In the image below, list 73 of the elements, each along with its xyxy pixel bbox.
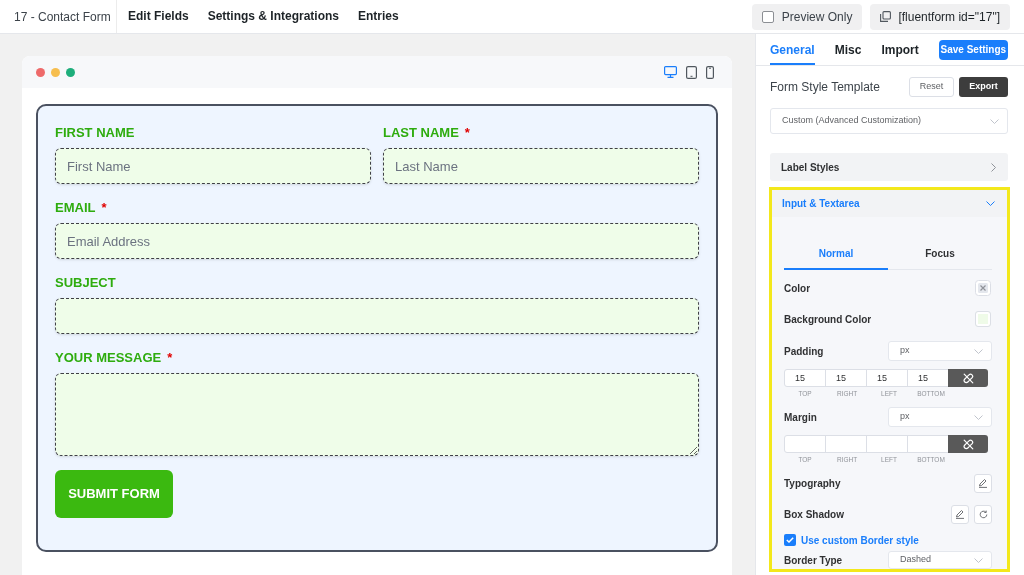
spacing-input[interactable]: 15 [825,369,867,387]
chevron-down-icon [974,414,983,420]
setting-label: Padding [784,344,824,359]
required-mark: * [464,124,470,143]
checkbox-icon[interactable] [784,534,796,546]
preview-only-toggle[interactable]: Preview Only [751,3,863,30]
checkbox-label: Use custom Border style [801,533,919,548]
spacing-input[interactable]: 15 [784,369,826,387]
link-toggle-button[interactable] [948,435,988,453]
template-select[interactable]: Custom (Advanced Customization) [770,108,1008,134]
border-type-select[interactable]: Dashed [888,551,992,569]
save-settings-button[interactable]: Save Settings [938,39,1008,60]
text-input[interactable]: Last Name [383,148,699,184]
unit-select[interactable]: px [888,407,992,427]
nav-tab[interactable]: Settings & Integrations [207,0,340,33]
spacing-input[interactable]: 15 [907,369,949,387]
spacing-input[interactable] [907,435,949,453]
setting-label: Background Color [784,312,872,327]
spacing-input[interactable] [866,435,908,453]
no-color-icon[interactable] [975,280,991,296]
link-toggle-button[interactable] [948,369,988,387]
field-label: YOUR MESSAGE [55,349,162,368]
shortcode-button[interactable]: [fluentform id="17"] [870,3,1010,30]
setting-label: Color [784,281,811,296]
chevron-right-icon [991,162,996,172]
field-label: EMAIL [55,199,96,218]
field-label: LAST NAME [383,124,459,143]
setting-label: Box Shadow [784,507,844,522]
nav-tab[interactable]: Edit Fields [128,0,189,33]
chevron-down-icon [974,348,983,354]
required-mark: * [167,349,173,368]
chevron-down-icon [986,201,995,206]
color-swatch-icon[interactable] [975,311,991,327]
settings-tab[interactable]: General [770,34,815,65]
settings-tab[interactable]: Misc [834,34,862,65]
text-input[interactable]: Email Address [55,223,699,259]
field-label: SUBJECT [55,274,116,293]
phone-icon[interactable] [706,65,714,79]
reset-icon [978,509,988,519]
spacing-input[interactable] [784,435,826,453]
setting-label: Margin [784,410,817,425]
edit-button[interactable] [951,504,969,524]
text-input[interactable]: First Name [55,148,371,184]
unlink-icon [962,372,974,384]
style-tab[interactable]: Normal [784,239,888,270]
copy-icon [880,11,892,22]
unit-select[interactable]: px [888,341,992,361]
reset-button[interactable] [974,504,992,524]
monitor-icon[interactable] [664,66,677,78]
chevron-down-icon [990,118,999,124]
export-button[interactable]: Export [959,77,1008,97]
nav-tab[interactable]: Entries [358,0,399,33]
spacing-input[interactable]: 15 [866,369,908,387]
unlink-icon [962,438,974,450]
style-tab[interactable]: Focus [888,239,992,270]
chevron-down-icon [974,557,983,563]
accordion-header[interactable]: Input & Textarea [772,190,1007,217]
setting-label: Border Type [784,553,843,568]
reset-button[interactable]: Reset [909,77,954,97]
field-label: FIRST NAME [55,124,135,143]
pen-icon [978,478,988,488]
spacing-input[interactable] [825,435,867,453]
form-title: 17 - Contact Form [14,8,111,26]
checkbox-icon[interactable] [761,10,774,23]
edit-button[interactable] [974,473,992,493]
tablet-icon[interactable] [686,65,697,79]
settings-tab[interactable]: Import [881,34,919,65]
text-input[interactable] [55,298,699,334]
setting-label: Typography [784,476,841,491]
template-label: Form Style Template [770,79,880,96]
pen-icon [955,509,965,519]
accordion-header[interactable]: Label Styles [770,153,1008,181]
required-mark: * [101,199,107,218]
